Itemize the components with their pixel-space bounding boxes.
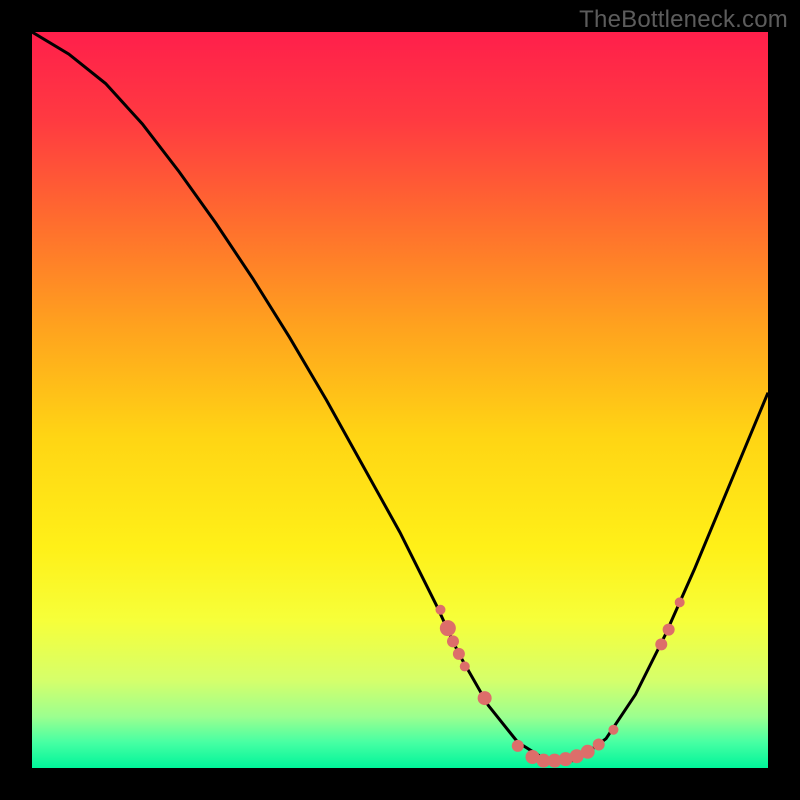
marker-point bbox=[447, 635, 459, 647]
marker-point bbox=[655, 638, 667, 650]
marker-point bbox=[453, 648, 465, 660]
marker-point bbox=[663, 624, 675, 636]
marker-point bbox=[608, 725, 618, 735]
marker-point bbox=[512, 740, 524, 752]
marker-point bbox=[435, 605, 445, 615]
chart-frame bbox=[32, 32, 768, 768]
bottleneck-chart bbox=[32, 32, 768, 768]
marker-point bbox=[593, 738, 605, 750]
marker-point bbox=[581, 745, 595, 759]
marker-point bbox=[675, 597, 685, 607]
marker-point bbox=[440, 620, 456, 636]
watermark-text: TheBottleneck.com bbox=[579, 6, 788, 34]
marker-point bbox=[460, 661, 470, 671]
gradient-background bbox=[32, 32, 768, 768]
marker-point bbox=[478, 691, 492, 705]
